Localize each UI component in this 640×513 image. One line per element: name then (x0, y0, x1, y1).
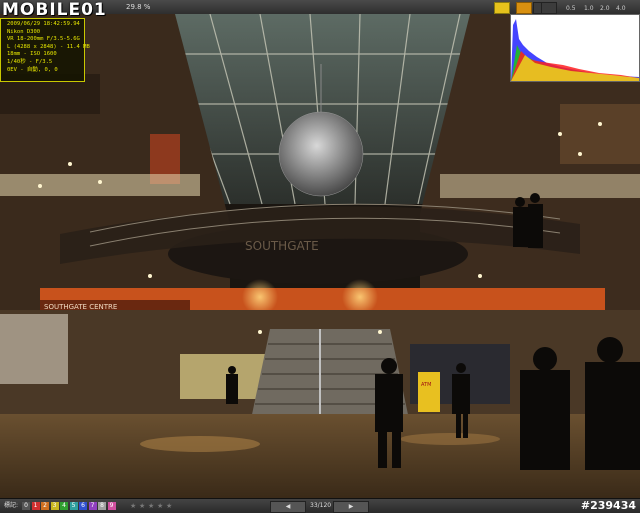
info-toggle-button[interactable] (494, 2, 510, 14)
photo-view: SOUTHGATE SOUTHGATE CENTRE ATM (0, 14, 640, 498)
exif-info-panel: 2009/06/29 18:42:59.94 Nikon D300 VR 18-… (0, 18, 90, 82)
rating-star-1-button[interactable]: ★ (130, 499, 136, 513)
exif-datetime: 2009/06/29 18:42:59.94 (7, 21, 80, 27)
color-label-7-button[interactable]: 7 (88, 502, 97, 510)
image-id: #239434 (580, 499, 636, 512)
exif-ev-wb: 0EV - 自動, 0, 0 (7, 66, 58, 73)
fit-screen-button[interactable] (541, 2, 557, 14)
rating-star-2-button[interactable]: ★ (139, 499, 145, 513)
exif-camera: Nikon D300 (7, 28, 41, 35)
histogram-toggle-button[interactable] (516, 2, 532, 14)
page-counter: 33/120 (310, 502, 332, 509)
color-label-0-button[interactable]: 0 (22, 502, 30, 510)
left-shop-sign: SOUTHGATE CENTRE (44, 303, 117, 311)
rating-star-4-button[interactable]: ★ (157, 499, 163, 513)
color-label-9-button[interactable]: 9 (107, 502, 116, 510)
label-caption: 標記: (4, 502, 19, 509)
atm-kiosk (418, 372, 440, 412)
exif-size: L (4288 x 2848) - 11.4 MB (7, 43, 90, 50)
exif-lens: VR 18-200mm F/3.5-5.6G (7, 36, 80, 43)
color-label-4-button[interactable]: 4 (60, 502, 68, 510)
color-label-3-button[interactable]: 3 (50, 502, 59, 510)
next-image-button[interactable]: ▶ (333, 501, 369, 513)
rating-star-5-button[interactable]: ★ (166, 499, 172, 513)
color-label-8-button[interactable]: 8 (98, 502, 106, 510)
atm-sign: ATM (421, 382, 431, 388)
exif-focal-iso: 18mm - ISO 1600 (7, 51, 57, 58)
exif-shutter-aperture: 1/40秒 - F/3.5 (7, 58, 53, 65)
color-label-5-button[interactable]: 5 (69, 502, 78, 510)
color-label-6-button[interactable]: 6 (79, 502, 87, 510)
mall-photo: SOUTHGATE SOUTHGATE CENTRE ATM (0, 14, 640, 498)
bottom-toolbar: 標記: 0123456789 ★ ★ ★ ★ ★ ◀ 33/120 ▶ #239434 (0, 498, 640, 513)
histogram-graph (511, 19, 639, 81)
color-label-2-button[interactable]: 2 (41, 502, 49, 510)
rating-star-3-button[interactable]: ★ (148, 499, 154, 513)
histogram-panel (510, 14, 640, 82)
color-label-1-button[interactable]: 1 (31, 502, 40, 510)
prev-image-button[interactable]: ◀ (270, 501, 306, 513)
zoom-level: 29.8 % (126, 3, 151, 11)
southgate-sign: SOUTHGATE (245, 239, 319, 253)
